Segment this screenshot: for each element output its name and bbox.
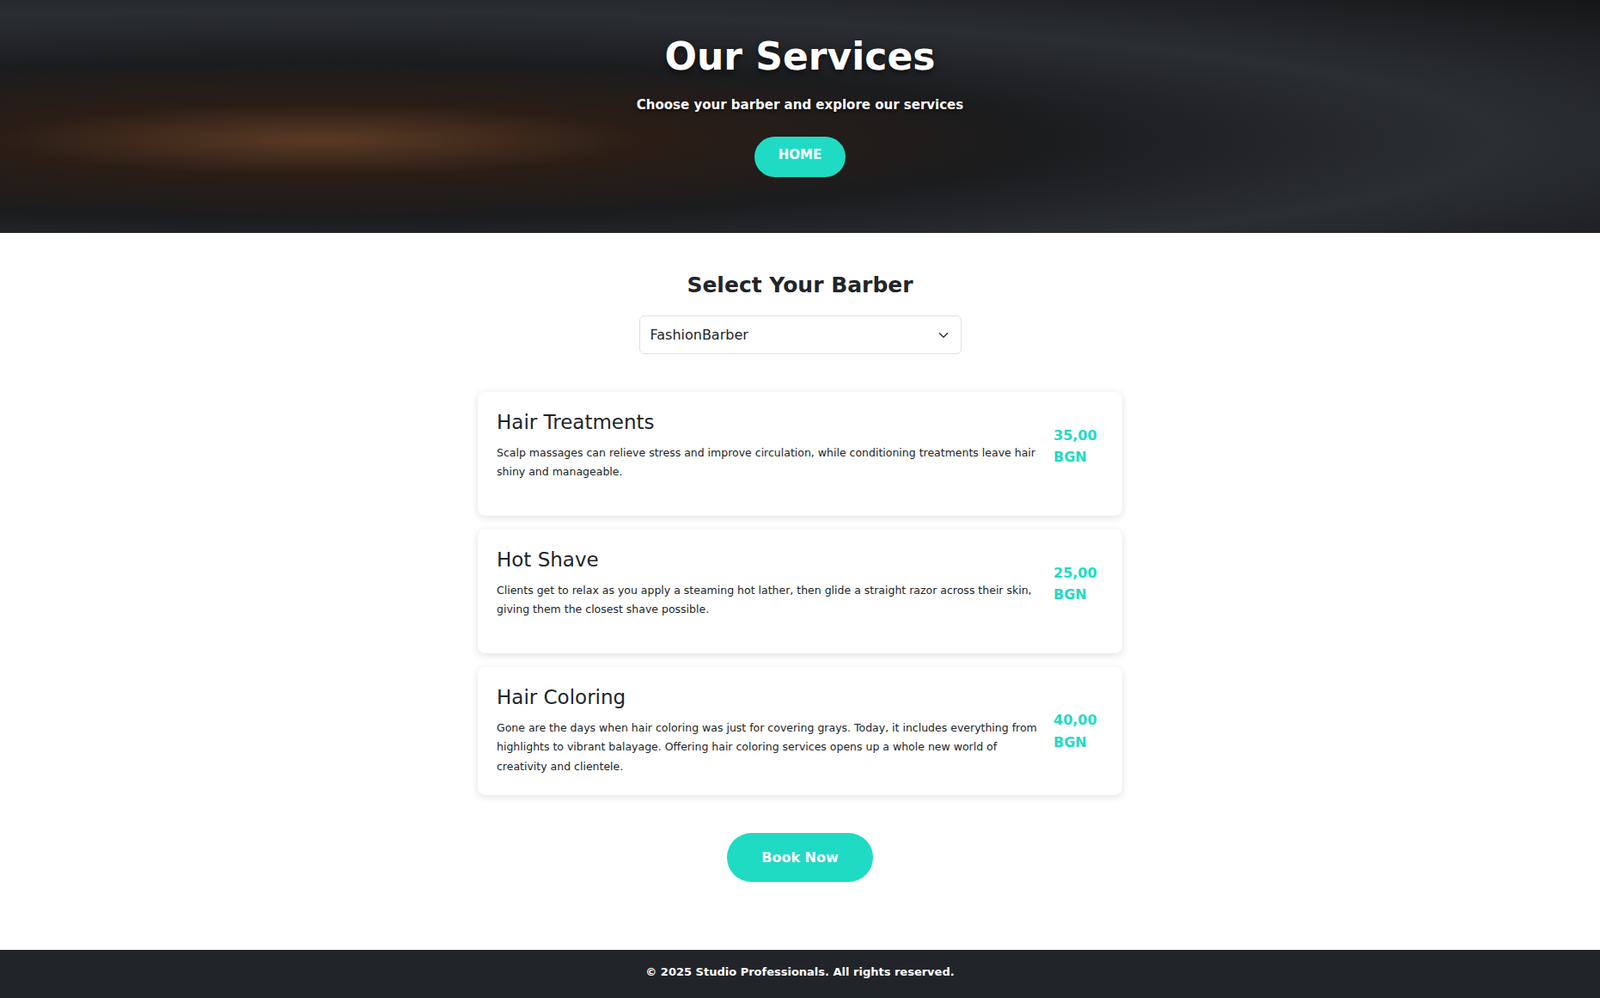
service-card: Hair Treatments Scalp massages can reliev… [477, 391, 1123, 516]
page-footer: © 2025 Studio Professionals. All rights … [0, 949, 1600, 998]
service-row: Hot Shave Clients get to relax as you app… [496, 548, 1104, 620]
service-price: 25,00 BGN [1053, 561, 1104, 606]
services-section: Select Your Barber FashionBarber Hair Trea… [0, 232, 1600, 950]
service-card: Hot Shave Clients get to relax as you app… [477, 529, 1123, 654]
home-button[interactable]: HOME [754, 136, 846, 178]
hero-banner: Our Services Choose your barber and explo… [0, 0, 1600, 233]
service-row: Hair Coloring Gone are the days when hair… [496, 685, 1104, 776]
service-description: Clients get to relax as you apply a stea… [496, 580, 1051, 620]
copyright-text: © 2025 Studio Professionals. All rights … [645, 964, 954, 978]
book-now-button[interactable]: Book Now [726, 832, 874, 882]
service-price: 35,00 BGN [1053, 424, 1104, 469]
page-title: Our Services [13, 34, 1587, 80]
service-name: Hair Coloring [496, 685, 1051, 710]
service-body: Hair Treatments Scalp massages can reliev… [496, 410, 1051, 483]
service-description: Gone are the days when hair coloring was… [496, 718, 1051, 777]
service-row: Hair Treatments Scalp massages can reliev… [496, 410, 1104, 483]
service-name: Hot Shave [496, 548, 1051, 573]
barber-select[interactable]: FashionBarber [639, 315, 962, 355]
service-name: Hair Treatments [496, 410, 1051, 435]
service-price: 40,00 BGN [1053, 708, 1104, 753]
service-description: Scalp massages can relieve stress and im… [496, 443, 1051, 483]
barber-heading: Select Your Barber [13, 272, 1587, 299]
service-body: Hair Coloring Gone are the days when hair… [496, 685, 1051, 776]
service-body: Hot Shave Clients get to relax as you app… [496, 548, 1051, 620]
page-subtitle: Choose your barber and explore our servi… [13, 95, 1587, 116]
service-list: Hair Treatments Scalp massages can reliev… [477, 391, 1123, 795]
service-card: Hair Coloring Gone are the days when hair… [477, 666, 1123, 795]
